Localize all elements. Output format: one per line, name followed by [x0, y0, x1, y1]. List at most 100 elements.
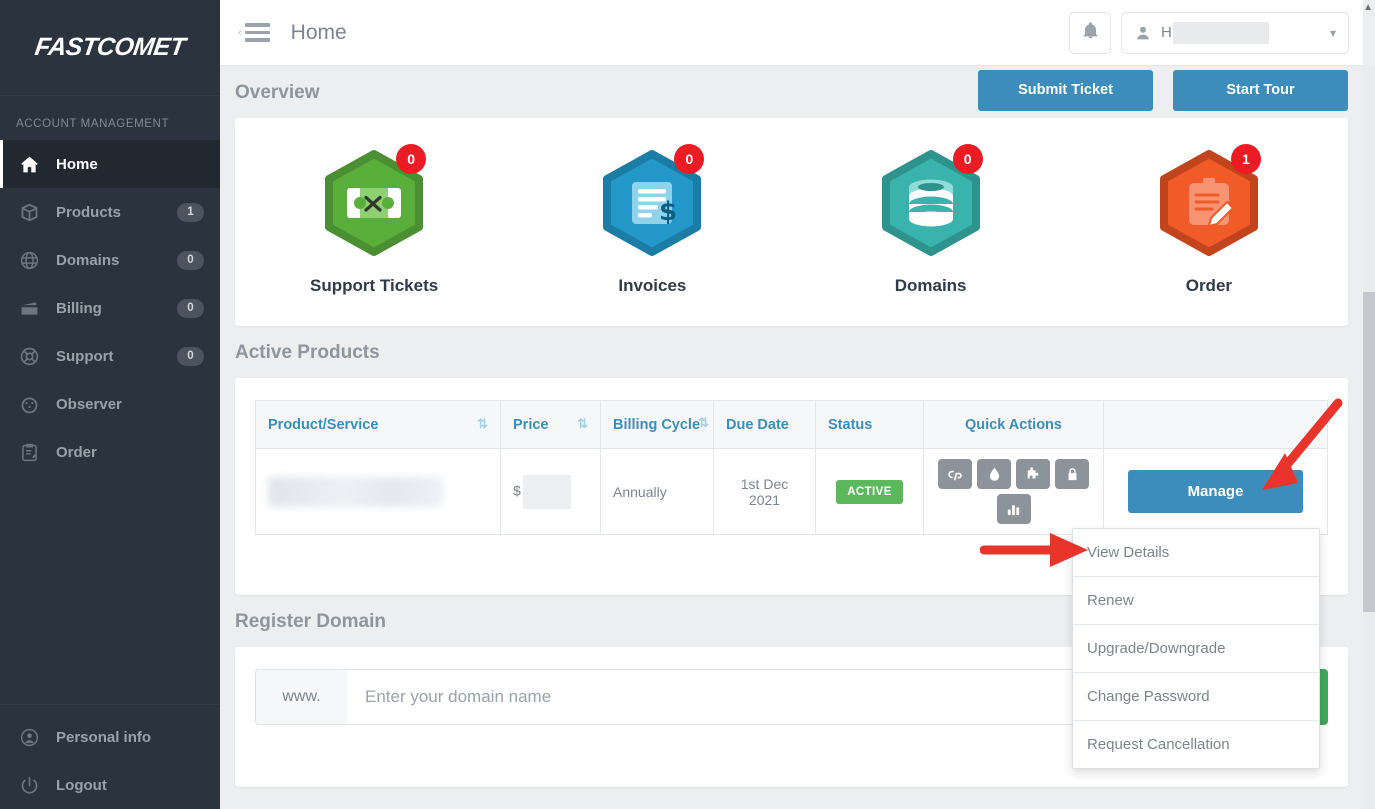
table-row: $ Annually 1st Dec 2021 ACTIVE Manage	[255, 448, 1328, 535]
hex-order: 1	[1155, 144, 1263, 258]
overview-tile-domains[interactable]: 0 Domains	[792, 144, 1070, 296]
menu-item-change-password[interactable]: Change Password	[1073, 673, 1319, 721]
column-billing-cycle[interactable]: Billing Cycle ⇅	[600, 400, 714, 449]
badge-count: 1	[1230, 144, 1261, 174]
overview-heading: Overview	[235, 82, 320, 103]
column-status[interactable]: Status	[815, 400, 924, 449]
menu-item-renew[interactable]: Renew	[1073, 577, 1319, 625]
gauge-icon	[16, 394, 42, 415]
home-icon	[16, 154, 42, 175]
cell-billing-cycle: Annually	[600, 448, 714, 535]
submit-ticket-button[interactable]: Submit Ticket	[978, 69, 1153, 111]
menu-item-upgrade-downgrade[interactable]: Upgrade/Downgrade	[1073, 625, 1319, 673]
tile-label: Support Tickets	[310, 276, 439, 295]
bar-chart-icon[interactable]	[996, 494, 1031, 524]
cell-quick-actions	[923, 448, 1104, 535]
clipboard-pencil-icon	[16, 442, 42, 463]
cpanel-icon[interactable]	[938, 459, 972, 489]
sort-desc-icon[interactable]: ⇅	[477, 417, 488, 430]
sidebar-item-label: Domains	[56, 251, 120, 269]
user-name-prefix: H	[1161, 24, 1172, 41]
status-badge: ACTIVE	[836, 479, 903, 504]
sidebar-item-domains[interactable]: Domains 0	[0, 236, 220, 284]
active-products-heading: Active Products	[235, 342, 380, 363]
sort-both-icon[interactable]: ⇅	[698, 416, 709, 429]
sidebar-item-support[interactable]: Support 0	[0, 332, 220, 380]
sidebar-item-logout[interactable]: Logout	[0, 761, 220, 809]
column-quick-actions: Quick Actions	[923, 400, 1104, 449]
sidebar-item-label: Order	[56, 443, 97, 461]
sort-both-icon[interactable]: ⇅	[577, 417, 588, 430]
user-circle-icon	[16, 727, 42, 748]
tile-label: Domains	[894, 276, 967, 295]
overview-action-buttons: Submit Ticket Start Tour	[978, 69, 1348, 115]
column-label: Status	[828, 416, 873, 433]
cell-price: $	[500, 448, 601, 535]
sidebar-item-products[interactable]: Products 1	[0, 188, 220, 236]
column-product-service[interactable]: Product/Service ⇅	[255, 400, 501, 449]
overview-tiles-card: 0 Support Tickets $ 0 Invoices 0 Domains…	[235, 118, 1348, 326]
topbar-right-group: H ▾	[1069, 11, 1363, 54]
sidebar-section-label: ACCOUNT MANAGEMENT	[16, 118, 170, 130]
sidebar-item-home[interactable]: Home	[0, 140, 220, 188]
lock-icon[interactable]	[1055, 459, 1089, 489]
menu-item-request-cancellation[interactable]: Request Cancellation	[1073, 721, 1319, 768]
sidebar-item-label: Products	[56, 203, 122, 221]
overview-tile-invoices[interactable]: $ 0 Invoices	[513, 144, 791, 296]
brand-logo[interactable]: FASTCOMET	[0, 0, 220, 96]
sidebar-badge: 0	[177, 346, 204, 366]
sidebar-item-order[interactable]: Order	[0, 428, 220, 476]
product-name-redacted	[268, 476, 443, 507]
column-due-date[interactable]: Due Date	[713, 400, 816, 449]
sidebar-item-label: Observer	[56, 395, 122, 413]
chevron-left-icon: ‹	[238, 26, 242, 39]
start-tour-button[interactable]: Start Tour	[1173, 69, 1348, 111]
domain-search-input[interactable]	[347, 669, 1124, 725]
sidebar-badge: 0	[177, 298, 204, 318]
hex-domains: 0	[877, 144, 985, 258]
cell-due-date: 1st Dec 2021	[713, 448, 816, 535]
www-prefix-label: www.	[255, 669, 347, 725]
puzzle-piece-icon[interactable]	[1016, 459, 1050, 489]
scroll-up-arrow-icon[interactable]: ▲	[1363, 2, 1373, 13]
sidebar-item-observer[interactable]: Observer	[0, 380, 220, 428]
user-icon	[1134, 24, 1152, 42]
sidebar-bottom-group: Personal info Logout	[0, 704, 220, 809]
cell-status: ACTIVE	[815, 448, 924, 535]
topbar: ‹ Home H ▾	[220, 0, 1363, 66]
user-name: H	[1161, 21, 1269, 44]
sidebar-item-billing[interactable]: Billing 0	[0, 284, 220, 332]
sidebar-item-label: Personal info	[56, 728, 152, 746]
box-icon	[16, 202, 42, 223]
price-symbol: $	[513, 482, 521, 499]
tile-label: Order	[1185, 276, 1233, 295]
manage-button[interactable]: Manage	[1128, 470, 1303, 513]
water-drop-icon[interactable]	[977, 459, 1011, 489]
sidebar: FASTCOMET ACCOUNT MANAGEMENT Home Produc…	[0, 0, 220, 809]
table-header-row: Product/Service ⇅ Price ⇅ Billing Cycle …	[255, 400, 1328, 449]
due-date-year: 2021	[748, 491, 781, 508]
active-products-table: Product/Service ⇅ Price ⇅ Billing Cycle …	[255, 400, 1328, 535]
badge-count: 0	[952, 144, 983, 174]
sidebar-toggle-button[interactable]: ‹	[238, 23, 270, 42]
overview-tile-support-tickets[interactable]: 0 Support Tickets	[235, 144, 513, 296]
hex-support-tickets: 0	[320, 144, 428, 258]
page-title: Home	[290, 20, 347, 44]
sidebar-item-personal-info[interactable]: Personal info	[0, 713, 220, 761]
bell-icon	[1081, 21, 1100, 45]
notifications-button[interactable]	[1069, 11, 1111, 54]
cell-product-service	[255, 448, 501, 535]
sidebar-item-label: Billing	[56, 299, 102, 317]
price-redacted	[522, 474, 571, 509]
content-scrollbar-thumb[interactable]	[1363, 292, 1375, 612]
column-label: Price	[513, 416, 549, 433]
user-menu-button[interactable]: H ▾	[1121, 11, 1349, 54]
column-label: Billing Cycle	[613, 416, 701, 433]
overview-tile-order[interactable]: 1 Order	[1070, 144, 1348, 296]
sidebar-item-label: Logout	[56, 776, 107, 794]
fastcomet-client-area: FASTCOMET ACCOUNT MANAGEMENT Home Produc…	[0, 0, 1375, 809]
menu-item-view-details[interactable]: View Details	[1073, 529, 1319, 577]
user-name-redacted	[1172, 21, 1269, 44]
chevron-down-icon: ▾	[1329, 25, 1336, 40]
column-price[interactable]: Price ⇅	[500, 400, 601, 449]
